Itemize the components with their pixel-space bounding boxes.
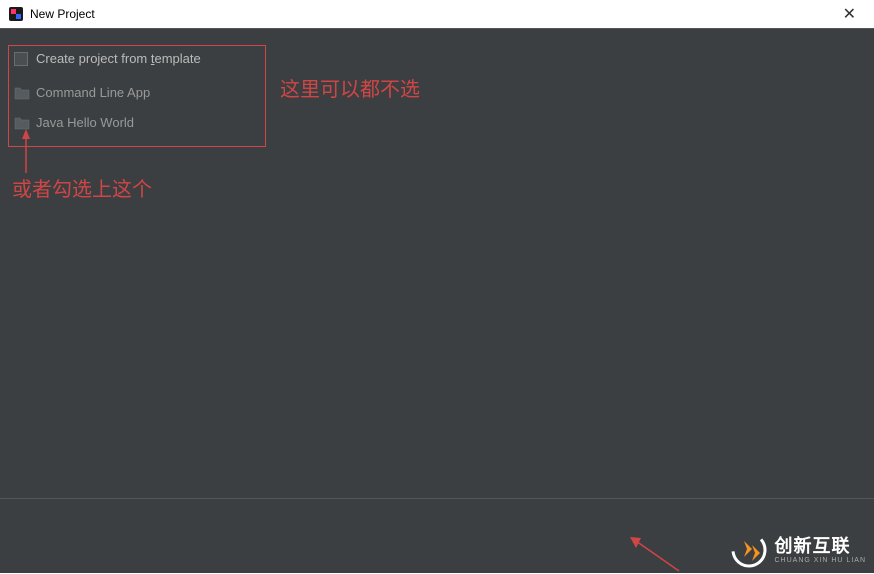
create-from-template-label: Create project from template [36,51,201,66]
window-title: New Project [30,7,833,21]
template-label: Command Line App [36,85,150,100]
watermark-sub-text: CHUANG XIN HU LIAN [774,557,866,564]
watermark-main-text: 创新互联 [774,537,866,555]
upper-panel: Create project from template Command Lin… [0,29,874,499]
create-from-template-checkbox[interactable] [14,52,28,66]
template-label: Java Hello World [36,115,134,130]
annotation-text-below: 或者勾选上这个 [12,173,152,202]
template-item-java-hello-world[interactable]: Java Hello World [14,115,134,130]
watermark: 创新互联 CHUANG XIN HU LIAN [730,531,866,569]
app-icon [8,6,24,22]
annotation-arrow-icon [624,533,684,573]
template-item-command-line-app[interactable]: Command Line App [14,85,150,100]
lower-panel: 创新互联 CHUANG XIN HU LIAN [0,501,874,573]
annotation-arrow-icon [22,129,46,177]
close-button[interactable]: ✕ [833,2,866,26]
annotation-text-right: 这里可以都不选 [280,73,420,102]
titlebar: New Project ✕ [0,0,874,28]
create-from-template-row[interactable]: Create project from template [14,51,201,66]
main-area: Create project from template Command Lin… [0,28,874,570]
watermark-logo-icon [730,531,768,569]
folder-icon [14,116,30,130]
folder-icon [14,86,30,100]
